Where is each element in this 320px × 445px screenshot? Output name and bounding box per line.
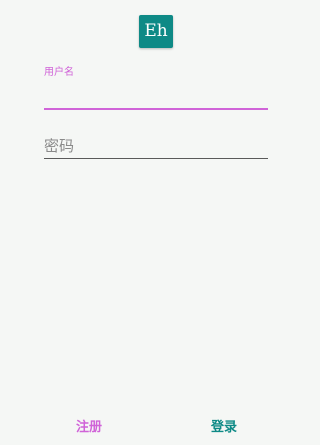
username-input[interactable] [44, 84, 268, 108]
username-label: 用户名 [44, 67, 74, 78]
app-logo-icon: Eh [139, 15, 173, 48]
login-button[interactable]: 登录 [204, 416, 244, 440]
password-input[interactable] [44, 134, 268, 158]
password-underline [44, 158, 268, 159]
username-underline [44, 108, 268, 110]
logo-text: Eh [144, 21, 168, 41]
register-button[interactable]: 注册 [70, 416, 108, 440]
